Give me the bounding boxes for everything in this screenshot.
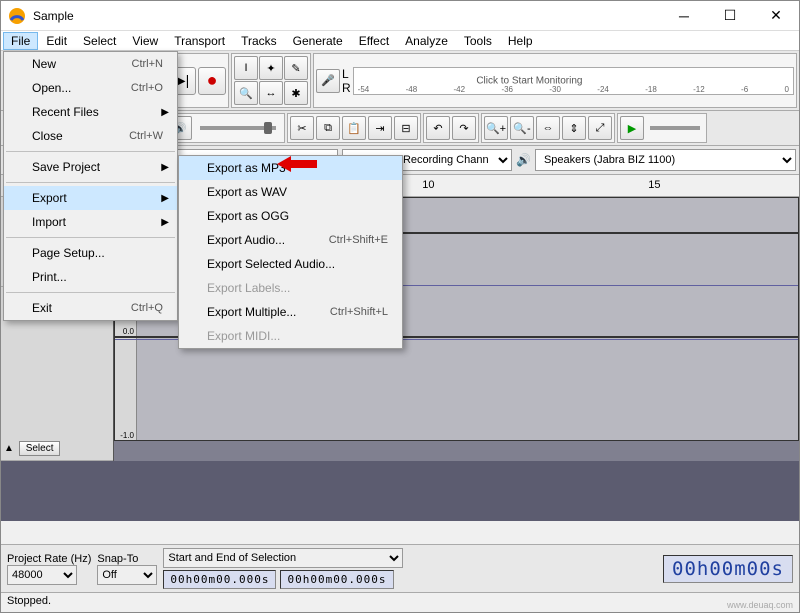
menu-item-export-wav[interactable]: Export as WAV xyxy=(179,180,402,204)
menu-view[interactable]: View xyxy=(124,32,166,50)
menu-tracks[interactable]: Tracks xyxy=(233,32,285,50)
fit-selection-icon[interactable]: ⇔ xyxy=(536,116,560,140)
window-title: Sample xyxy=(33,9,661,23)
trim-icon[interactable]: ⇥ xyxy=(368,116,392,140)
selection-mode-select[interactable]: Start and End of Selection xyxy=(163,548,403,568)
menu-item-export[interactable]: Export▶ xyxy=(4,186,177,210)
selection-end-time[interactable]: 00h00m00.000s xyxy=(280,570,393,589)
project-rate-select[interactable]: 48000 xyxy=(7,565,77,585)
selection-tool-icon[interactable]: I xyxy=(234,56,258,80)
status-bar: Stopped. xyxy=(1,592,799,612)
draw-tool-icon[interactable]: ✎ xyxy=(284,56,308,80)
selection-toolbar: Project Rate (Hz) 48000 Snap-To Off Star… xyxy=(1,544,799,592)
play-speed-icon[interactable]: ▶ xyxy=(620,116,644,140)
menu-item-import[interactable]: Import▶ xyxy=(4,210,177,234)
copy-icon[interactable]: ⧉ xyxy=(316,116,340,140)
menu-item-close[interactable]: CloseCtrl+W xyxy=(4,124,177,148)
zoom-out-icon[interactable]: 🔍- xyxy=(510,116,534,140)
redo-icon[interactable]: ↷ xyxy=(452,116,476,140)
watermark: www.deuaq.com xyxy=(727,600,793,610)
export-submenu: Export as MP3 Export as WAV Export as OG… xyxy=(178,155,403,349)
minimize-button[interactable]: ─ xyxy=(661,1,707,31)
snap-to-select[interactable]: Off xyxy=(97,565,157,585)
cut-icon[interactable]: ✂ xyxy=(290,116,314,140)
undo-icon[interactable]: ↶ xyxy=(426,116,450,140)
selection-start-time[interactable]: 00h00m00.000s xyxy=(163,570,276,589)
menu-item-print[interactable]: Print... xyxy=(4,265,177,289)
mic-icon: 🎤 xyxy=(316,69,340,93)
menu-item-export-multiple[interactable]: Export Multiple...Ctrl+Shift+L xyxy=(179,300,402,324)
menu-analyze[interactable]: Analyze xyxy=(397,32,456,50)
menu-item-export-midi: Export MIDI... xyxy=(179,324,402,348)
menu-item-page-setup[interactable]: Page Setup... xyxy=(4,241,177,265)
menu-item-open[interactable]: Open...Ctrl+O xyxy=(4,76,177,100)
track-select-button[interactable]: Select xyxy=(19,441,61,456)
fit-project-icon[interactable]: ⇕ xyxy=(562,116,586,140)
undo-toolbar: ↶ ↷ xyxy=(423,113,479,143)
multi-tool-icon[interactable]: ✱ xyxy=(284,81,308,105)
menu-item-export-audio[interactable]: Export Audio...Ctrl+Shift+E xyxy=(179,228,402,252)
menu-tools[interactable]: Tools xyxy=(456,32,500,50)
record-button[interactable]: ● xyxy=(198,67,226,95)
menu-transport[interactable]: Transport xyxy=(166,32,233,50)
audio-position-time[interactable]: 00h00m00s xyxy=(663,555,793,583)
collapse-icon[interactable]: ▲ xyxy=(4,443,14,454)
close-button[interactable]: ✕ xyxy=(753,1,799,31)
envelope-tool-icon[interactable]: ✦ xyxy=(259,56,283,80)
zoom-in-icon[interactable]: 🔍+ xyxy=(484,116,508,140)
meter-lr-label: LR xyxy=(342,67,351,95)
tools-toolbar: I ✦ ✎ 🔍 ↔ ✱ xyxy=(231,53,311,108)
menu-item-export-selected[interactable]: Export Selected Audio... xyxy=(179,252,402,276)
titlebar: Sample ─ ☐ ✕ xyxy=(1,1,799,31)
menu-edit[interactable]: Edit xyxy=(38,32,75,50)
mixer-toolbar: 🔊 xyxy=(165,113,285,143)
menu-select[interactable]: Select xyxy=(75,32,124,50)
menu-item-recent[interactable]: Recent Files▶ xyxy=(4,100,177,124)
menubar: File Edit Select View Transport Tracks G… xyxy=(1,31,799,51)
output-device-select[interactable]: Speakers (Jabra BIZ 1100) xyxy=(535,149,796,171)
maximize-button[interactable]: ☐ xyxy=(707,1,753,31)
empty-tracks-area xyxy=(1,461,799,521)
menu-file[interactable]: File xyxy=(3,32,38,50)
project-rate-label: Project Rate (Hz) xyxy=(7,553,91,565)
status-text: Stopped. xyxy=(7,595,51,610)
play-at-speed-toolbar: ▶ xyxy=(617,113,707,143)
annotation-arrow-icon xyxy=(277,154,317,174)
zoom-toolbar: 🔍+ 🔍- ⇔ ⇕ ⤢ xyxy=(481,113,615,143)
menu-item-export-ogg[interactable]: Export as OGG xyxy=(179,204,402,228)
zoom-tool-icon[interactable]: 🔍 xyxy=(234,81,258,105)
menu-item-exit[interactable]: ExitCtrl+Q xyxy=(4,296,177,320)
paste-icon[interactable]: 📋 xyxy=(342,116,366,140)
menu-item-export-labels: Export Labels... xyxy=(179,276,402,300)
menu-help[interactable]: Help xyxy=(500,32,541,50)
timeshift-tool-icon[interactable]: ↔ xyxy=(259,81,283,105)
edit-toolbar: ✂ ⧉ 📋 ⇥ ⊟ xyxy=(287,113,421,143)
silence-icon[interactable]: ⊟ xyxy=(394,116,418,140)
zoom-toggle-icon[interactable]: ⤢ xyxy=(588,116,612,140)
menu-item-new[interactable]: NewCtrl+N xyxy=(4,52,177,76)
menu-generate[interactable]: Generate xyxy=(285,32,351,50)
app-icon xyxy=(7,6,27,26)
snap-to-label: Snap-To xyxy=(97,553,157,565)
menu-item-save-project[interactable]: Save Project▶ xyxy=(4,155,177,179)
menu-effect[interactable]: Effect xyxy=(351,32,397,50)
recording-meter[interactable]: 🎤 LR Click to Start Monitoring -54-48-42… xyxy=(313,53,797,108)
speaker-icon: 🔊 xyxy=(516,153,531,167)
file-menu-dropdown: NewCtrl+N Open...Ctrl+O Recent Files▶ Cl… xyxy=(3,51,178,321)
